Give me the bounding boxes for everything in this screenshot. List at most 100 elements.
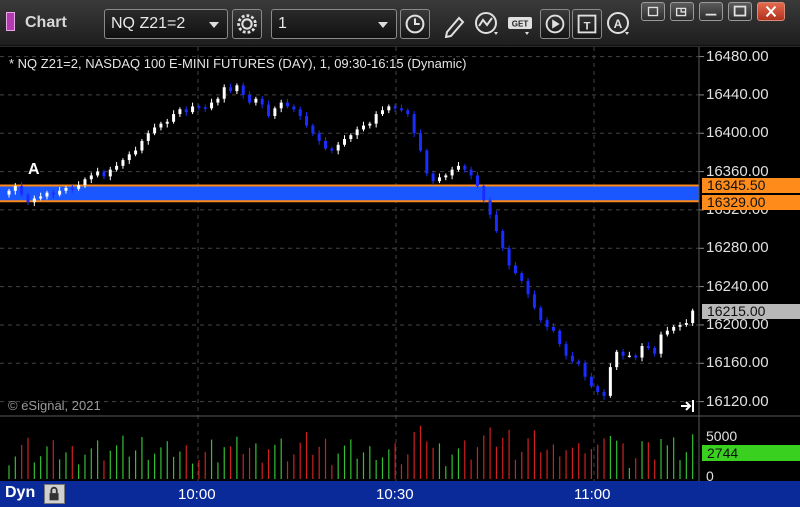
candle-body [286,102,290,107]
candle-body [235,85,239,92]
lock-icon [49,486,59,501]
candle-body [210,102,214,109]
candle-body [380,110,384,115]
candle-body [298,109,302,117]
draw-tools-button[interactable] [439,10,469,39]
candle-body [64,187,68,191]
candle-body [260,98,264,105]
candle-body [444,175,448,178]
candle-body [89,175,93,180]
clock-icon [405,14,425,34]
popout-window-button[interactable] [670,2,694,21]
price-tick-label: 16240.00 [706,277,769,295]
alert-icon: A [607,12,629,35]
candle-body [539,307,543,321]
svg-text:GET: GET [512,20,529,29]
volume-axis-max: 5000 [706,428,738,444]
price-tick-label: 16440.00 [706,85,769,103]
time-button[interactable] [400,9,430,39]
candle-body [349,135,353,140]
candle-body [425,150,429,174]
play-button[interactable] [540,9,570,39]
candle-body [336,144,340,151]
candle-body [532,294,536,308]
study-wave-icon [475,12,498,35]
candle-body [526,280,530,295]
candle-body [684,323,688,325]
close-icon [765,5,777,18]
alert-button[interactable]: A [604,10,634,38]
candle-body [653,347,657,354]
candle-body [450,169,454,176]
svg-text:A: A [614,17,623,31]
pencil-draw-icon [444,16,465,39]
candle-body [324,140,328,149]
candle-body [203,107,207,109]
candle-body [273,108,277,117]
price-chart[interactable] [0,47,800,481]
studies-button[interactable] [472,10,502,38]
candle-body [222,87,226,99]
candle-body [577,361,581,364]
candle-body [134,150,138,155]
time-axis-bar[interactable]: Dyn 10:00 10:30 11:00 [0,481,800,507]
candle-body [621,351,625,356]
candle-body [678,324,682,327]
popout-icon [675,7,687,17]
candle-body [317,133,321,141]
scroll-to-end-button[interactable] [679,398,697,414]
candle-body [406,110,410,115]
play-icon [545,14,565,34]
dynamic-mode-label[interactable]: Dyn [5,484,35,502]
candle-body [463,165,467,170]
get-data-button[interactable]: GET [506,10,536,38]
candle-body [7,190,11,195]
candle-body [159,123,163,128]
candle-body [121,160,125,166]
candle-body [165,121,169,124]
candle-body [520,273,524,281]
candle-body [659,334,663,354]
candle-body [456,165,460,170]
candle-body [305,116,309,126]
candle-body [558,330,562,345]
maximize-window-button[interactable] [728,2,752,21]
text-tool-button[interactable]: T [572,9,602,39]
minimize-icon [705,13,717,16]
interval-input[interactable]: 1 [271,9,397,39]
candle-body [153,127,157,134]
symbol-dropdown-icon[interactable] [209,22,219,28]
candle-body [45,192,49,197]
chart-panel[interactable]: * NQ Z21=2, NASDAQ 100 E-MINI FUTURES (D… [0,47,800,507]
minimize-window-button[interactable] [699,2,723,21]
candle-body [32,198,36,203]
candle-body [178,109,182,115]
candle-body [583,363,587,377]
candle-body [355,129,359,136]
candle-body [279,102,283,109]
text-tool-icon: T [577,14,597,34]
candle-body [254,98,258,103]
candle-body [634,355,638,358]
restore-icon [647,6,659,17]
symbol-value: NQ Z21=2 [111,15,186,32]
candle-body [469,169,473,176]
chart-header: * NQ Z21=2, NASDAQ 100 E-MINI FUTURES (D… [9,56,467,71]
symbol-input[interactable]: NQ Z21=2 [104,9,228,39]
restore-window-button[interactable] [641,2,665,21]
interval-dropdown-icon[interactable] [378,22,388,28]
candle-body [507,248,511,266]
chart-app-icon [6,12,15,31]
candle-body [83,179,87,186]
price-tick-label: 16400.00 [706,124,769,142]
lock-scale-button[interactable] [44,484,65,504]
close-window-button[interactable] [757,2,785,21]
candle-body [545,320,549,327]
candle-body [191,106,195,113]
time-label-1100: 11:00 [574,486,611,503]
candle-body [672,326,676,331]
last-price-tag: 16215.00 [702,303,800,319]
highlight-band [0,184,699,203]
settings-button[interactable] [232,9,262,39]
interval-value: 1 [278,15,287,32]
